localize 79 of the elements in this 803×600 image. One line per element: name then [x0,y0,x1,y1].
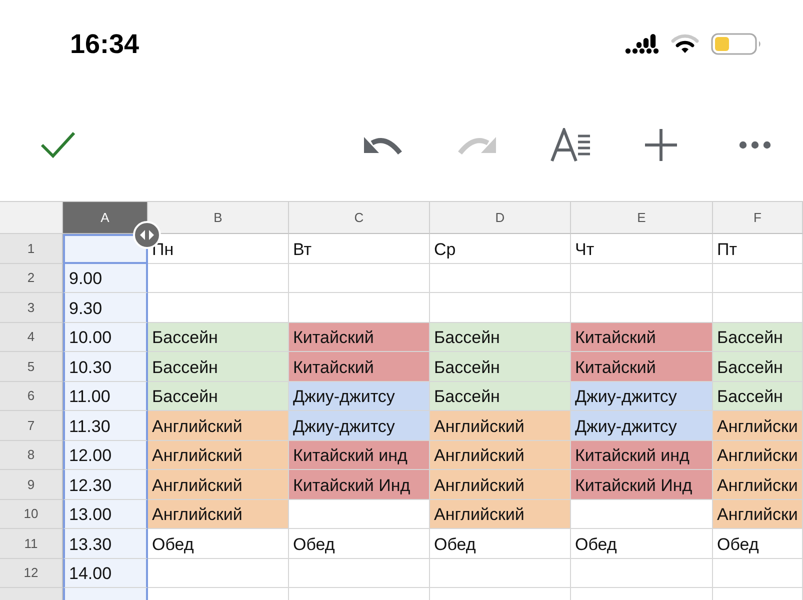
table-cell: Английский [148,470,289,500]
table-cell: Английски [713,411,803,440]
table-cell: Английский [148,411,289,440]
table-cell: 12.30 [63,470,148,500]
row-header[interactable]: 7 [0,411,63,440]
column-header[interactable]: C [289,201,430,234]
table-cell: Китайский Инд [571,470,713,500]
table-cell: Бассейн [430,322,571,352]
table-cell: Английский [430,440,571,470]
table-cell: 9.30 [63,293,148,322]
add-icon[interactable] [644,128,678,162]
table-cell: Китайский Инд [289,470,430,500]
column-header[interactable]: E [571,201,713,234]
table-cell: 11.30 [63,411,148,440]
table-cell: Джиу-джитсу [289,411,430,440]
table-cell: Обед [571,529,713,558]
row-header[interactable]: 1 [0,234,63,264]
row-header[interactable]: 12 [0,558,63,588]
table-cell: Английский [430,500,571,529]
table-cell: Бассейн [713,382,803,411]
row-header[interactable]: 3 [0,293,63,322]
table-cell: Китайский инд [571,440,713,470]
table-cell: Джиу-джитсу [571,411,713,440]
table-cell: Обед [148,529,289,558]
signal-icon [625,34,659,54]
table-cell: Обед [430,529,571,558]
table-cell: Китайский инд [289,440,430,470]
table-cell: Английски [713,500,803,529]
table-cell: Пт [713,234,803,264]
status-time: 16:34 [70,28,140,60]
table-cell: Бассейн [430,352,571,382]
column-header[interactable]: B [148,201,289,234]
row-header[interactable]: 10 [0,500,63,529]
table-cell: Чт [571,234,713,264]
table-cell: Китайский [289,322,430,352]
column-header[interactable]: A [63,201,148,234]
table-cell: Джиу-джитсу [289,382,430,411]
table-cell: Бассейн [148,382,289,411]
table-cell: Бассейн [148,352,289,382]
done-check-icon[interactable] [40,130,76,160]
table-cell: Обед [289,529,430,558]
column-header[interactable]: F [713,201,803,234]
table-cell: Джиу-джитсу [571,382,713,411]
table-cell: 13.30 [63,529,148,558]
table-cell: 14.00 [63,558,148,588]
table-cell: Английски [713,440,803,470]
row-header[interactable]: 2 [0,264,63,293]
row-header[interactable]: 6 [0,382,63,411]
table-cell: Английски [713,470,803,500]
row-header[interactable]: 4 [0,322,63,352]
row-header[interactable]: 9 [0,470,63,500]
table-cell: Китайский [289,352,430,382]
row-header[interactable]: 5 [0,352,63,382]
row-header[interactable]: 11 [0,529,63,558]
table-cell: Обед [713,529,803,558]
table-cell: Английский [430,470,571,500]
table-cell: 13.00 [63,500,148,529]
table-cell: Вт [289,234,430,264]
table-cell: 11.00 [63,382,148,411]
table-cell: Бассейн [713,352,803,382]
table-cell: 12.00 [63,440,148,470]
table-cell: 9.00 [63,264,148,293]
battery-icon [711,32,763,56]
table-cell: Английский [148,440,289,470]
column-header[interactable]: D [430,201,571,234]
table-cell: Китайский [571,352,713,382]
row-header[interactable]: 8 [0,440,63,470]
table-cell: Ср [430,234,571,264]
more-icon[interactable] [738,140,772,150]
table-cell: Английский [148,500,289,529]
table-cell: Китайский [571,322,713,352]
text-format-icon[interactable] [550,128,592,162]
table-cell: 10.30 [63,352,148,382]
table-cell: Бассейн [148,322,289,352]
table-cell: Бассейн [713,322,803,352]
table-cell: Бассейн [430,382,571,411]
table-cell: 10.00 [63,322,148,352]
wifi-icon [671,34,699,54]
table-cell: Английский [430,411,571,440]
